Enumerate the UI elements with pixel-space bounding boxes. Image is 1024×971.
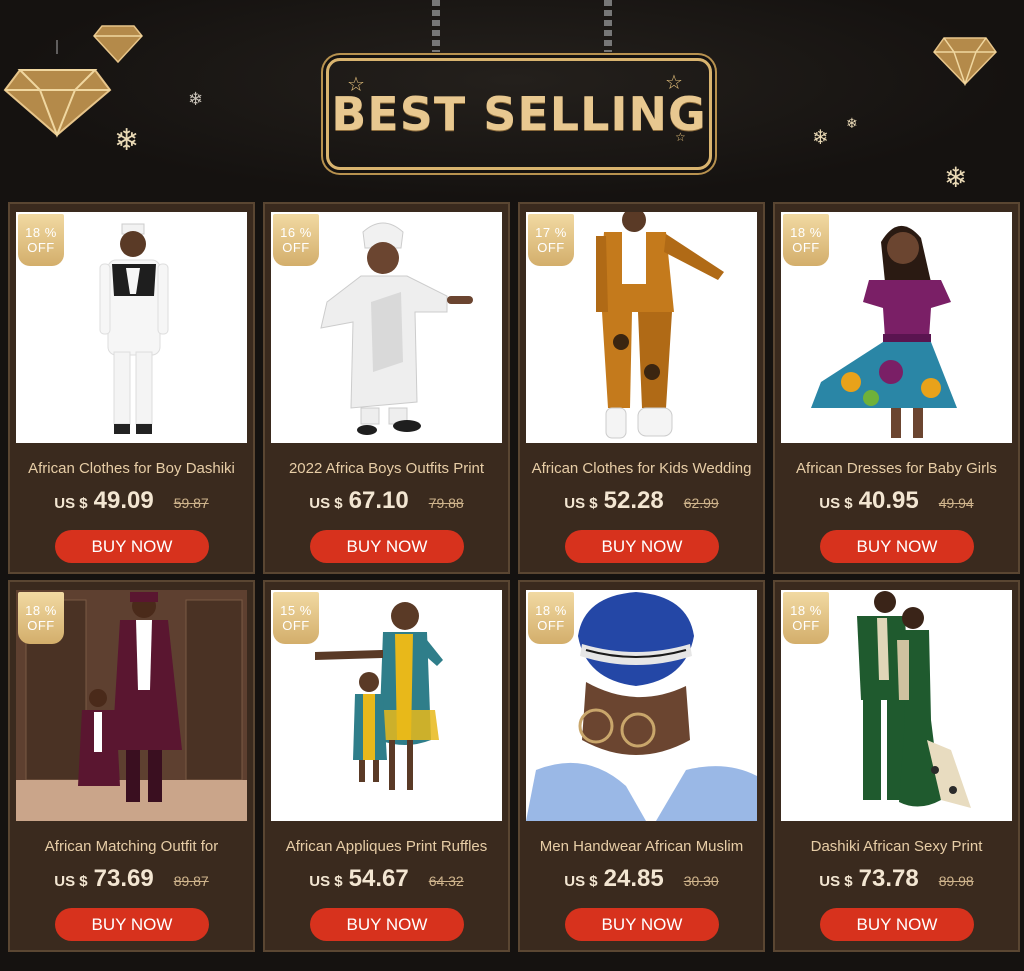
- discount-badge: 18 % OFF: [528, 592, 574, 644]
- product-image[interactable]: 15 % OFF: [271, 590, 502, 821]
- product-image[interactable]: 18 % OFF: [16, 590, 247, 821]
- buy-now-button[interactable]: BUY NOW: [55, 530, 209, 563]
- currency-label: US $: [309, 873, 343, 890]
- currency-label: US $: [819, 873, 853, 890]
- product-image[interactable]: 18 % OFF: [526, 590, 757, 821]
- buy-now-button[interactable]: BUY NOW: [565, 530, 719, 563]
- original-price: 59.87: [173, 495, 209, 511]
- price-row: US $ 67.10 79.88: [265, 487, 508, 515]
- product-image[interactable]: 18 % OFF: [781, 212, 1012, 443]
- product-grid: 18 % OFF African Clothes for Boy Dashiki …: [8, 202, 1020, 952]
- discount-badge: 18 % OFF: [783, 592, 829, 644]
- snowflake-icon: ❄: [188, 89, 204, 109]
- current-price: 73.69: [93, 865, 154, 892]
- product-card[interactable]: 15 % OFF African Appliques Print Ruffles …: [263, 580, 510, 952]
- discount-badge: 18 % OFF: [783, 214, 829, 266]
- snowflake-icon: ❄: [846, 115, 858, 131]
- product-card[interactable]: 17 % OFF African Clothes for Kids Wedding…: [518, 202, 765, 574]
- currency-label: US $: [819, 495, 853, 512]
- discount-badge: 18 % OFF: [18, 592, 64, 644]
- price-row: US $ 52.28 62.99: [520, 487, 763, 515]
- star-icon: ☆: [675, 130, 686, 144]
- product-image[interactable]: 16 % OFF: [271, 212, 502, 443]
- product-title[interactable]: African Clothes for Kids Wedding: [520, 460, 763, 477]
- product-image[interactable]: 18 % OFF: [781, 590, 1012, 821]
- star-icon: ☆: [347, 74, 365, 96]
- product-title[interactable]: 2022 Africa Boys Outfits Print: [265, 460, 508, 477]
- buy-now-button[interactable]: BUY NOW: [565, 908, 719, 941]
- diamond-ornament-icon: [93, 25, 143, 64]
- price-row: US $ 40.95 49.94: [775, 487, 1018, 515]
- snowflake-icon: ❄: [944, 162, 968, 193]
- best-selling-frame: ☆ ☆ ☆ BEST SELLING: [326, 58, 712, 170]
- original-price: 30.30: [683, 873, 719, 889]
- page-title: BEST SELLING: [331, 87, 707, 141]
- product-title[interactable]: African Appliques Print Ruffles: [265, 838, 508, 855]
- product-image[interactable]: 18 % OFF: [16, 212, 247, 443]
- original-price: 62.99: [683, 495, 719, 511]
- product-card[interactable]: 16 % OFF 2022 Africa Boys Outfits Print U…: [263, 202, 510, 574]
- price-row: US $ 49.09 59.87: [10, 487, 253, 515]
- buy-now-button[interactable]: BUY NOW: [55, 908, 209, 941]
- price-row: US $ 54.67 64.32: [265, 865, 508, 893]
- price-row: US $ 73.69 89.87: [10, 865, 253, 893]
- product-title[interactable]: Dashiki African Sexy Print: [775, 838, 1018, 855]
- chain-decoration: [432, 0, 440, 52]
- product-card[interactable]: 18 % OFF Dashiki African Sexy Print US $ …: [773, 580, 1020, 952]
- banner: ❄ ❄ ❄ ❄ ❄ ☆ ☆ ☆ BEST SELLING: [0, 0, 1024, 200]
- original-price: 79.88: [428, 495, 464, 511]
- current-price: 52.28: [603, 487, 664, 514]
- original-price: 49.94: [938, 495, 974, 511]
- discount-badge: 18 % OFF: [18, 214, 64, 266]
- current-price: 49.09: [93, 487, 154, 514]
- product-title[interactable]: African Matching Outfit for: [10, 838, 253, 855]
- currency-label: US $: [309, 495, 343, 512]
- current-price: 40.95: [858, 487, 919, 514]
- buy-now-button[interactable]: BUY NOW: [820, 530, 974, 563]
- discount-badge: 15 % OFF: [273, 592, 319, 644]
- buy-now-button[interactable]: BUY NOW: [310, 530, 464, 563]
- buy-now-button[interactable]: BUY NOW: [310, 908, 464, 941]
- snowflake-icon: ❄: [812, 127, 829, 149]
- original-price: 89.87: [173, 873, 209, 889]
- price-row: US $ 73.78 89.98: [775, 865, 1018, 893]
- chain-decoration: [604, 0, 612, 52]
- product-title[interactable]: African Clothes for Boy Dashiki: [10, 460, 253, 477]
- current-price: 67.10: [348, 487, 409, 514]
- price-row: US $ 24.85 30.30: [520, 865, 763, 893]
- snowflake-icon: ❄: [114, 124, 140, 157]
- currency-label: US $: [54, 873, 88, 890]
- star-icon: ☆: [665, 72, 683, 94]
- discount-badge: 17 % OFF: [528, 214, 574, 266]
- discount-badge: 16 % OFF: [273, 214, 319, 266]
- product-card[interactable]: 18 % OFF Men Handwear African Muslim US $…: [518, 580, 765, 952]
- product-card[interactable]: 18 % OFF African Clothes for Boy Dashiki …: [8, 202, 255, 574]
- product-image[interactable]: 17 % OFF: [526, 212, 757, 443]
- buy-now-button[interactable]: BUY NOW: [820, 908, 974, 941]
- product-card[interactable]: 18 % OFF African Dresses for Baby Girls U…: [773, 202, 1020, 574]
- product-title[interactable]: Men Handwear African Muslim: [520, 838, 763, 855]
- current-price: 73.78: [858, 865, 919, 892]
- currency-label: US $: [564, 495, 598, 512]
- currency-label: US $: [54, 495, 88, 512]
- current-price: 54.67: [348, 865, 409, 892]
- current-price: 24.85: [603, 865, 664, 892]
- product-card[interactable]: 18 % OFF African Matching Outfit for US $…: [8, 580, 255, 952]
- original-price: 64.32: [428, 873, 464, 889]
- currency-label: US $: [564, 873, 598, 890]
- diamond-ornament-icon: [933, 37, 997, 86]
- original-price: 89.98: [938, 873, 974, 889]
- product-title[interactable]: African Dresses for Baby Girls: [775, 460, 1018, 477]
